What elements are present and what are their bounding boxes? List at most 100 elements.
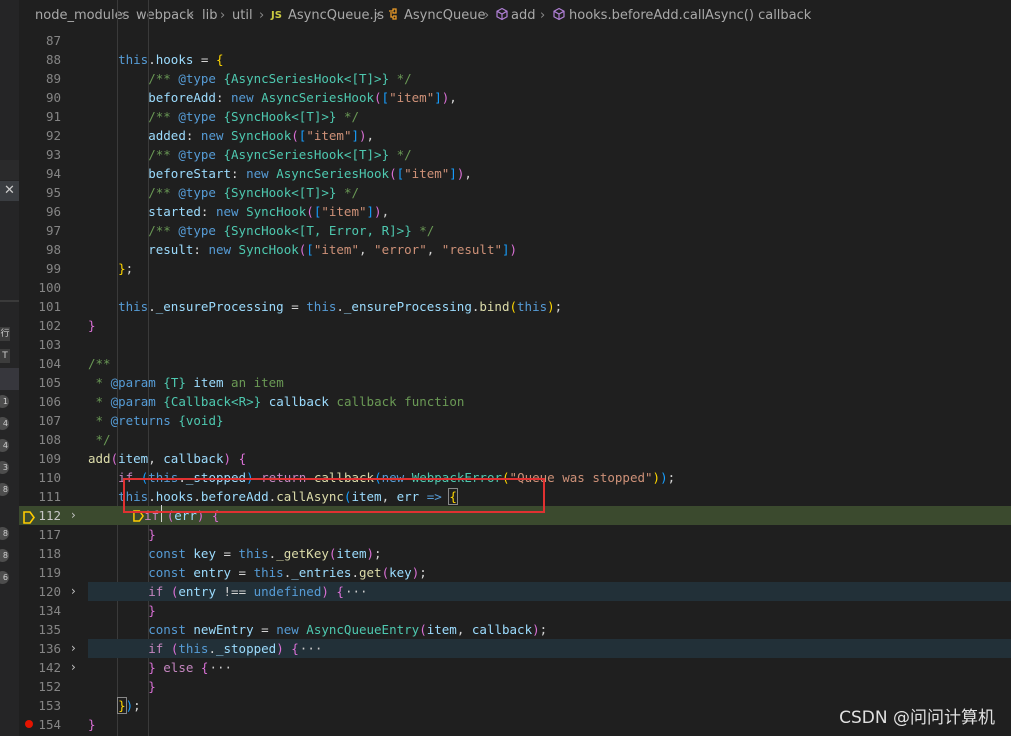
line-number: 120 xyxy=(38,584,61,599)
code-line[interactable]: 105 * @param {T} item an item xyxy=(19,373,1011,392)
line-code[interactable]: result: new SyncHook(["item", "error", "… xyxy=(88,240,1011,259)
chevron-right-icon: › xyxy=(484,8,490,23)
code-line[interactable]: 98 result: new SyncHook(["item", "error"… xyxy=(19,240,1011,259)
breadcrumb-util[interactable]: util xyxy=(232,0,253,31)
line-number: 96 xyxy=(45,204,61,219)
line-number: 89 xyxy=(45,71,61,86)
line-number: 136 xyxy=(38,641,61,656)
line-number: 92 xyxy=(45,128,61,143)
code-line[interactable]: 152 } xyxy=(19,677,1011,696)
line-number: 94 xyxy=(45,166,61,181)
code-line[interactable]: 100 xyxy=(19,278,1011,297)
chevron-right-icon[interactable]: › xyxy=(71,506,85,525)
code-line-folded[interactable]: 136 › if (this._stopped) {··· xyxy=(19,639,1011,658)
breadcrumb-callback[interactable]: hooks.beforeAdd.callAsync() callback xyxy=(569,0,811,31)
line-code[interactable]: const newEntry = new AsyncQueueEntry(ite… xyxy=(88,620,1011,639)
line-code[interactable]: this.hooks = { xyxy=(88,50,1011,69)
count-badge: 4 xyxy=(0,439,9,452)
line-code[interactable]: beforeAdd: new AsyncSeriesHook(["item"])… xyxy=(88,88,1011,107)
code-line[interactable]: 93 /** @type {AsyncSeriesHook<[T]>} */ xyxy=(19,145,1011,164)
code-line[interactable]: 109 add(item, callback) { xyxy=(19,449,1011,468)
code-line-folded[interactable]: 142 › } else {··· xyxy=(19,658,1011,677)
code-line[interactable]: 118 const key = this._getKey(item); xyxy=(19,544,1011,563)
line-code[interactable]: beforeStart: new AsyncSeriesHook(["item"… xyxy=(88,164,1011,183)
panel-block xyxy=(0,0,19,160)
code-line[interactable]: 95 /** @type {SyncHook<[T]>} */ xyxy=(19,183,1011,202)
code-line[interactable]: 102 } xyxy=(19,316,1011,335)
panel-selected-row[interactable] xyxy=(0,368,19,390)
line-code[interactable]: /** @type {AsyncSeriesHook<[T]>} */ xyxy=(88,69,1011,88)
chevron-right-icon[interactable]: › xyxy=(71,582,85,601)
close-icon[interactable]: ✕ xyxy=(0,181,19,201)
code-line[interactable]: 135 const newEntry = new AsyncQueueEntry… xyxy=(19,620,1011,639)
code-line[interactable]: 97 /** @type {SyncHook<[T, Error, R]>} *… xyxy=(19,221,1011,240)
line-code[interactable]: /** @type {AsyncSeriesHook<[T]>} */ xyxy=(88,145,1011,164)
line-code[interactable]: add(item, callback) { xyxy=(88,449,1011,468)
code-line[interactable]: 119 const entry = this._entries.get(key)… xyxy=(19,563,1011,582)
code-line[interactable]: 107 * @returns {void} xyxy=(19,411,1011,430)
code-line[interactable]: 104 /** xyxy=(19,354,1011,373)
line-code[interactable]: if (entry !== undefined) {··· xyxy=(88,582,1011,601)
breadcrumb-file[interactable]: AsyncQueue.js xyxy=(288,0,384,31)
code-line[interactable]: 108 */ xyxy=(19,430,1011,449)
line-code[interactable]: if (this._stopped) {··· xyxy=(88,639,1011,658)
chevron-right-icon: › xyxy=(540,8,546,23)
line-code[interactable]: * @param {T} item an item xyxy=(88,373,1011,392)
panel-char: T xyxy=(0,349,10,363)
code-line[interactable]: 117 } xyxy=(19,525,1011,544)
code-line[interactable]: 94 beforeStart: new AsyncSeriesHook(["it… xyxy=(19,164,1011,183)
count-badge: 3 xyxy=(0,461,9,474)
code-line[interactable]: 103 xyxy=(19,335,1011,354)
line-number: 117 xyxy=(38,527,61,542)
code-line[interactable]: 99 }; xyxy=(19,259,1011,278)
breadcrumb-method[interactable]: add xyxy=(511,0,535,31)
line-code[interactable]: started: new SyncHook(["item"]), xyxy=(88,202,1011,221)
code-line[interactable]: 91 /** @type {SyncHook<[T]>} */ xyxy=(19,107,1011,126)
line-code[interactable]: /** @type {SyncHook<[T]>} */ xyxy=(88,107,1011,126)
breadcrumb-class[interactable]: AsyncQueue xyxy=(404,0,485,31)
line-code[interactable] xyxy=(88,335,1011,354)
line-number: 110 xyxy=(38,470,61,485)
line-code[interactable]: * @param {Callback<R>} callback callback… xyxy=(88,392,1011,411)
line-code[interactable]: } xyxy=(88,525,1011,544)
breadcrumb-lib[interactable]: lib xyxy=(202,0,217,31)
line-code[interactable]: /** @type {SyncHook<[T, Error, R]>} */ xyxy=(88,221,1011,240)
line-code[interactable]: this._ensureProcessing = this._ensurePro… xyxy=(88,297,1011,316)
line-code[interactable]: const entry = this._entries.get(key); xyxy=(88,563,1011,582)
code-line[interactable]: 89 /** @type {AsyncSeriesHook<[T]>} */ xyxy=(19,69,1011,88)
line-code[interactable]: /** xyxy=(88,354,1011,373)
code-line[interactable]: 92 added: new SyncHook(["item"]), xyxy=(19,126,1011,145)
code-line[interactable]: 88 this.hooks = { xyxy=(19,50,1011,69)
code-line[interactable]: 134 } xyxy=(19,601,1011,620)
code-line[interactable]: 87 xyxy=(19,31,1011,50)
code-line[interactable]: 90 beforeAdd: new AsyncSeriesHook(["item… xyxy=(19,88,1011,107)
line-code[interactable]: } xyxy=(88,677,1011,696)
chevron-right-icon[interactable]: › xyxy=(71,639,85,658)
line-code[interactable]: /** @type {SyncHook<[T]>} */ xyxy=(88,183,1011,202)
line-code[interactable]: }; xyxy=(88,259,1011,278)
code-line[interactable]: 101 this._ensureProcessing = this._ensur… xyxy=(19,297,1011,316)
code-line[interactable]: 106 * @param {Callback<R>} callback call… xyxy=(19,392,1011,411)
code-line-folded[interactable]: 120 › if (entry !== undefined) {··· xyxy=(19,582,1011,601)
line-code[interactable]: const key = this._getKey(item); xyxy=(88,544,1011,563)
line-code[interactable]: * @returns {void} xyxy=(88,411,1011,430)
line-code[interactable]: } xyxy=(88,601,1011,620)
line-code[interactable]: } xyxy=(88,316,1011,335)
line-number: 87 xyxy=(45,33,61,48)
side-panel: ✕ 行 T 1 4 4 3 8 8 8 6 xyxy=(0,0,19,736)
line-number: 88 xyxy=(45,52,61,67)
line-code[interactable]: */ xyxy=(88,430,1011,449)
code-editor[interactable]: 87 88 this.hooks = { 89 /** @type {Async… xyxy=(19,0,1011,736)
line-code[interactable] xyxy=(88,278,1011,297)
chevron-right-icon[interactable]: › xyxy=(71,658,85,677)
breadcrumb-webpack[interactable]: webpack xyxy=(136,0,194,31)
count-badge: 8 xyxy=(0,527,9,540)
code-line[interactable]: 96 started: new SyncHook(["item"]), xyxy=(19,202,1011,221)
line-code[interactable]: } else {··· xyxy=(88,658,1011,677)
line-code[interactable] xyxy=(88,31,1011,50)
line-number: 97 xyxy=(45,223,61,238)
line-number: 118 xyxy=(38,546,61,561)
line-code[interactable]: added: new SyncHook(["item"]), xyxy=(88,126,1011,145)
breadcrumb-node-modules[interactable]: node_modules xyxy=(35,0,129,31)
line-number: 106 xyxy=(38,394,61,409)
